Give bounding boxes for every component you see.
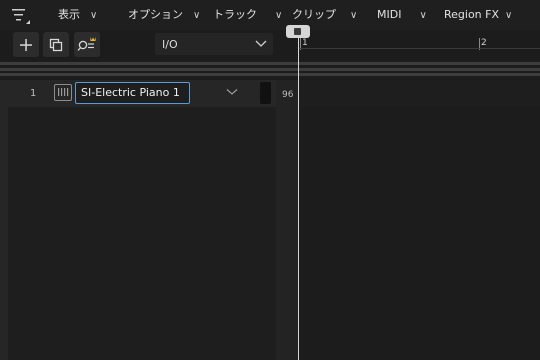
menu-midi-label: MIDI — [377, 8, 402, 21]
menu-midi[interactable]: MIDI ∨ — [377, 0, 427, 30]
chevron-down-icon: ∨ — [193, 10, 201, 21]
menu-region-fx-label: Region FX — [444, 8, 500, 21]
pane-divider[interactable] — [276, 80, 298, 360]
divider-stripe — [0, 62, 540, 65]
duplicate-track-button[interactable] — [43, 32, 69, 57]
level-meter — [260, 82, 271, 104]
menu-track-label: トラック — [213, 8, 257, 21]
menu-options-label: オプション — [128, 8, 183, 21]
menu-options[interactable]: オプション ∨ — [128, 0, 200, 30]
chevron-down-icon — [255, 40, 267, 47]
chevron-down-icon: ∨ — [419, 10, 427, 21]
track-header-pane — [0, 80, 276, 360]
ruler-baseline — [298, 48, 540, 49]
timeline-ruler[interactable] — [298, 30, 540, 56]
duplicate-icon — [49, 38, 63, 51]
instrument-track-icon[interactable] — [54, 84, 72, 101]
clip-area[interactable] — [299, 80, 540, 360]
chevron-down-icon: ∨ — [90, 10, 98, 21]
playhead-handle[interactable] — [286, 25, 310, 38]
chevron-down-icon: ∨ — [275, 10, 283, 21]
search-filter-icon — [77, 36, 96, 51]
chevron-down-icon[interactable] — [226, 88, 238, 96]
chevron-down-icon: ∨ — [350, 10, 358, 21]
track-filter-button[interactable] — [74, 32, 100, 57]
track-number: 1 — [30, 88, 37, 99]
track-pane-edge — [0, 80, 8, 360]
track-name-text: SI-Electric Piano 1 — [81, 86, 180, 99]
menu-clip-label: クリップ — [292, 8, 336, 21]
menu-track[interactable]: トラック ∨ — [213, 0, 282, 30]
playhead-line — [298, 37, 299, 360]
menu-region-fx[interactable]: Region FX ∨ — [444, 0, 512, 30]
add-track-button[interactable] — [13, 32, 39, 57]
divider-stripe — [0, 68, 540, 71]
chevron-down-icon: ∨ — [505, 10, 513, 21]
menu-view-label: 表示 — [58, 8, 80, 21]
plus-icon — [20, 38, 32, 51]
clip-lane[interactable] — [299, 80, 540, 107]
io-select-value: I/O — [162, 38, 178, 51]
ruler-mark-1: 1 — [302, 38, 308, 48]
ruler-mark-2: 2 — [481, 38, 487, 48]
crown-icon — [90, 36, 96, 41]
menu-view[interactable]: 表示 ∨ — [58, 0, 97, 30]
main-menu-icon[interactable] — [10, 6, 34, 26]
divider-stripe — [0, 73, 540, 76]
track-volume-value: 96 — [282, 90, 294, 100]
track-name-field[interactable]: SI-Electric Piano 1 — [75, 82, 190, 104]
io-select[interactable]: I/O — [155, 33, 273, 55]
